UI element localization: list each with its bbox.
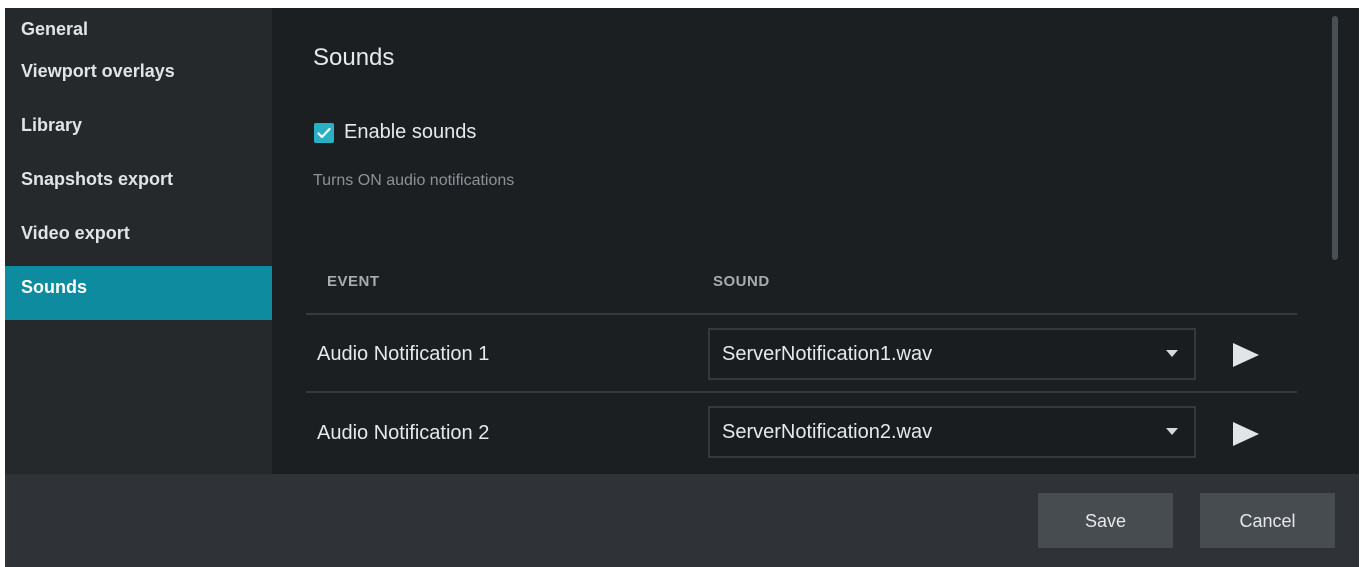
sidebar: General Viewport overlays Library Snapsh… [5, 8, 272, 474]
enable-sounds-checkbox-row[interactable]: Enable sounds [314, 121, 476, 144]
enable-sounds-label: Enable sounds [344, 121, 477, 143]
preferences-window: General Viewport overlays Library Snapsh… [5, 8, 1359, 567]
check-icon [317, 127, 331, 138]
sound-select-1[interactable]: ServerNotification1.wav [708, 328, 1196, 380]
play-sound-button-2[interactable] [1233, 419, 1263, 449]
sidebar-item-viewport-overlays[interactable]: Viewport overlays [5, 50, 272, 104]
dropdown-arrow-icon [1166, 350, 1178, 357]
sound-select-value-2: ServerNotification2.wav [722, 421, 933, 443]
enable-sounds-hint: Turns ON audio notifications [313, 172, 515, 189]
page-title: Sounds [313, 44, 395, 71]
sound-select-2[interactable]: ServerNotification2.wav [708, 406, 1196, 458]
dropdown-arrow-icon [1166, 428, 1178, 435]
event-label-2: Audio Notification 2 [317, 422, 490, 444]
cancel-button[interactable]: Cancel [1200, 493, 1335, 548]
footer-bar: Save Cancel [5, 474, 1359, 567]
column-header-event: EVENT [327, 273, 380, 290]
sidebar-item-general[interactable]: General [5, 8, 272, 50]
table-divider [306, 313, 1297, 315]
sidebar-item-video-export[interactable]: Video export [5, 212, 272, 266]
table-divider [306, 391, 1297, 393]
column-header-sound: SOUND [713, 273, 770, 290]
sound-select-value-1: ServerNotification1.wav [722, 343, 933, 365]
scrollbar-thumb[interactable] [1332, 16, 1338, 260]
enable-sounds-checkbox[interactable] [314, 122, 334, 143]
play-icon [1233, 343, 1259, 367]
play-sound-button-1[interactable] [1233, 340, 1263, 370]
sidebar-item-library[interactable]: Library [5, 104, 272, 158]
sounds-panel: Sounds Enable sounds Turns ON audio noti… [272, 8, 1359, 474]
play-icon [1233, 422, 1259, 446]
sidebar-item-sounds[interactable]: Sounds [5, 266, 272, 320]
sidebar-item-snapshots-export[interactable]: Snapshots export [5, 158, 272, 212]
event-label-1: Audio Notification 1 [317, 343, 490, 365]
save-button[interactable]: Save [1038, 493, 1173, 548]
